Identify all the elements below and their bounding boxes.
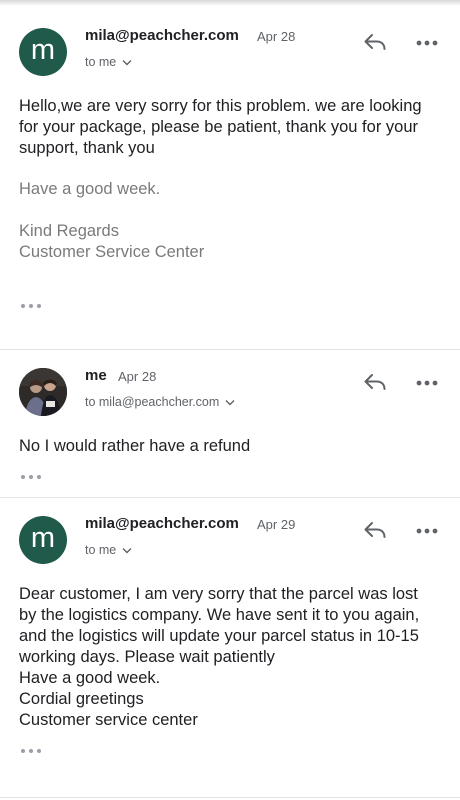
message-divider	[0, 797, 460, 798]
message-date: Apr 28	[118, 369, 157, 384]
recipient-label: to me	[85, 543, 117, 557]
recipient-details-toggle[interactable]: to me	[85, 55, 132, 69]
ellipsis-icon[interactable]	[20, 748, 42, 754]
body-line: Customer service center	[19, 711, 198, 729]
message-body: Dear customer, I am very sorry that the …	[19, 584, 439, 731]
sender-avatar[interactable]: m	[19, 516, 67, 564]
message-date: Apr 29	[257, 517, 296, 532]
body-paragraph: Dear customer, I am very sorry that the …	[19, 585, 420, 666]
sender-name[interactable]: me	[85, 367, 107, 384]
email-message-2: me Apr 28 to mila@peachcher.com No I wou…	[0, 350, 460, 498]
more-icon[interactable]	[416, 380, 438, 386]
message-body: Hello,we are very sorry for this problem…	[19, 96, 439, 263]
reply-icon[interactable]	[363, 32, 387, 52]
quoted-line: Customer Service Center	[19, 243, 205, 261]
email-message-1: m mila@peachcher.com Apr 28 to me Hello,…	[0, 0, 460, 350]
sender-name[interactable]: mila@peachcher.com	[85, 27, 239, 44]
avatar-letter: m	[30, 521, 56, 554]
chevron-down-icon	[225, 399, 235, 405]
profile-photo	[19, 368, 67, 416]
quoted-line: Have a good week.	[19, 180, 161, 198]
more-icon[interactable]	[416, 528, 438, 534]
sender-avatar-photo[interactable]	[19, 368, 67, 416]
reply-icon[interactable]	[363, 372, 387, 392]
more-icon[interactable]	[416, 40, 438, 46]
ellipsis-icon[interactable]	[20, 303, 42, 309]
chevron-down-icon	[122, 547, 132, 553]
ellipsis-icon[interactable]	[20, 474, 42, 480]
sender-avatar[interactable]: m	[19, 28, 67, 76]
email-message-3: m mila@peachcher.com Apr 29 to me Dear c…	[0, 498, 460, 800]
recipient-details-toggle[interactable]: to mila@peachcher.com	[85, 395, 235, 409]
sender-name[interactable]: mila@peachcher.com	[85, 515, 239, 532]
recipient-label: to me	[85, 55, 117, 69]
body-line: Have a good week.	[19, 669, 161, 687]
recipient-label: to mila@peachcher.com	[85, 395, 220, 409]
avatar-letter: m	[30, 33, 56, 66]
recipient-details-toggle[interactable]: to me	[85, 543, 132, 557]
message-body: No I would rather have a refund	[19, 436, 439, 457]
quoted-line: Kind Regards	[19, 222, 119, 240]
message-date: Apr 28	[257, 29, 296, 44]
reply-icon[interactable]	[363, 520, 387, 540]
chevron-down-icon	[122, 59, 132, 65]
body-paragraph: Hello,we are very sorry for this problem…	[19, 97, 422, 157]
body-paragraph: No I would rather have a refund	[19, 437, 251, 455]
body-line: Cordial greetings	[19, 690, 144, 708]
